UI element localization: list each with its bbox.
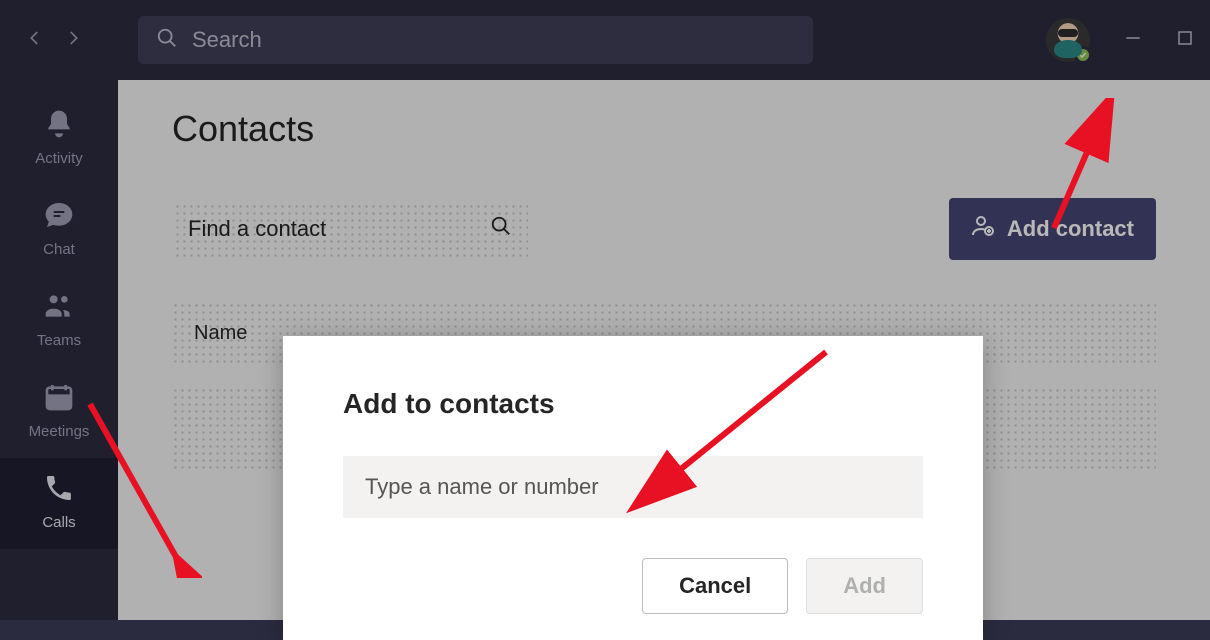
cancel-button[interactable]: Cancel <box>642 558 788 614</box>
teams-icon <box>43 290 75 326</box>
page-title: Contacts <box>172 108 1156 150</box>
search-bar[interactable] <box>138 16 813 64</box>
add-person-icon <box>971 214 995 244</box>
bell-icon <box>43 108 75 144</box>
rail-item-label: Calls <box>42 514 75 531</box>
modal-actions: Cancel Add <box>343 558 923 614</box>
back-button[interactable] <box>26 29 44 52</box>
column-name: Name <box>194 322 247 345</box>
contact-name-input[interactable] <box>343 456 923 518</box>
maximize-button[interactable] <box>1176 29 1194 52</box>
rail-item-chat[interactable]: Chat <box>0 185 118 276</box>
add-to-contacts-modal: Add to contacts Cancel Add <box>283 336 983 640</box>
rail-item-label: Meetings <box>29 423 90 440</box>
window-controls <box>1124 29 1194 52</box>
history-nav <box>16 29 92 52</box>
add-contact-label: Add contact <box>1007 216 1134 242</box>
add-button[interactable]: Add <box>806 558 923 614</box>
minimize-button[interactable] <box>1124 29 1142 52</box>
rail-item-calls[interactable]: Calls <box>0 458 118 549</box>
modal-title: Add to contacts <box>343 388 923 420</box>
forward-button[interactable] <box>64 29 82 52</box>
rail-item-label: Activity <box>35 150 83 167</box>
rail-item-label: Teams <box>37 332 81 349</box>
find-contact-placeholder: Find a contact <box>188 216 326 242</box>
app-rail: Activity Chat Teams Meetings Calls <box>0 80 118 620</box>
add-contact-button[interactable]: Add contact <box>949 198 1156 260</box>
rail-item-meetings[interactable]: Meetings <box>0 367 118 458</box>
search-input[interactable] <box>192 27 795 53</box>
chat-icon <box>43 199 75 235</box>
search-icon <box>156 27 178 54</box>
calendar-icon <box>43 381 75 417</box>
phone-icon <box>43 472 75 508</box>
rail-item-label: Chat <box>43 241 75 258</box>
find-contact-field[interactable]: Find a contact <box>172 201 528 257</box>
title-bar <box>0 0 1210 80</box>
rail-item-activity[interactable]: Activity <box>0 94 118 185</box>
search-icon <box>490 215 512 243</box>
profile-avatar[interactable] <box>1046 18 1090 62</box>
title-bar-right <box>1046 18 1194 62</box>
rail-item-teams[interactable]: Teams <box>0 276 118 367</box>
presence-available-icon <box>1074 46 1092 64</box>
